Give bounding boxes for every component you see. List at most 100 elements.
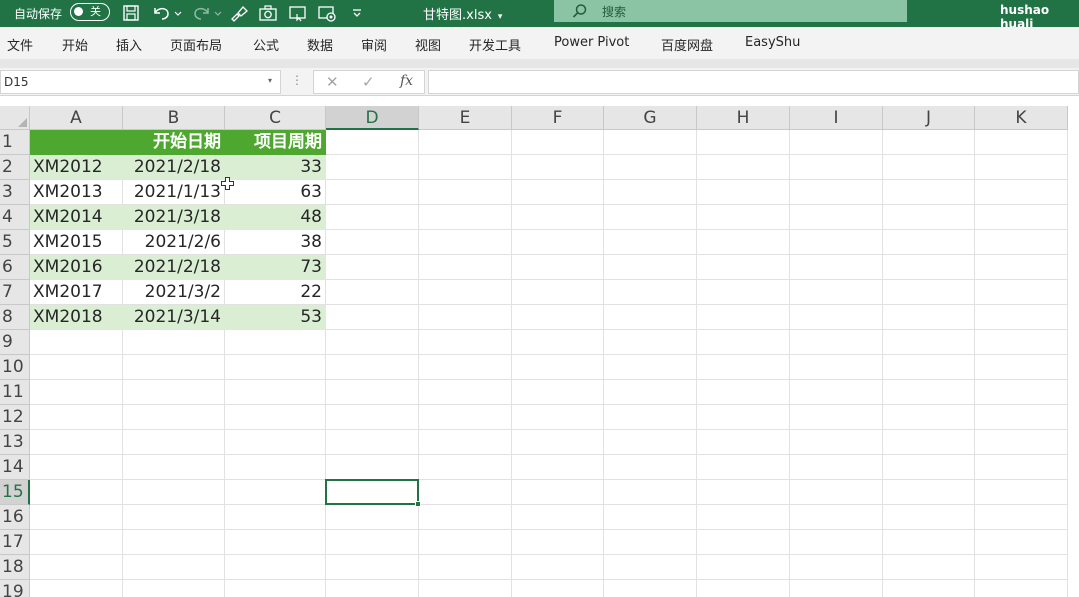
more-options-icon[interactable]: ⋮: [291, 73, 303, 87]
cell-g10[interactable]: [604, 355, 697, 380]
cell-i18[interactable]: [790, 555, 883, 580]
slideshow-icon[interactable]: [287, 2, 309, 24]
cell-g3[interactable]: [604, 180, 697, 205]
cell-b16[interactable]: [123, 505, 225, 530]
cell-c1[interactable]: 项目周期: [225, 130, 326, 155]
cell-d19[interactable]: [326, 580, 419, 597]
cell-d2[interactable]: [326, 155, 419, 180]
cell-g12[interactable]: [604, 405, 697, 430]
cell-a19[interactable]: [30, 580, 123, 597]
cell-c5[interactable]: 38: [225, 230, 326, 255]
cell-i13[interactable]: [790, 430, 883, 455]
cell-b7[interactable]: 2021/3/2: [123, 280, 225, 305]
cell-a4[interactable]: XM2014: [30, 205, 123, 230]
cell-k2[interactable]: [975, 155, 1068, 180]
cell-d17[interactable]: [326, 530, 419, 555]
cell-k17[interactable]: [975, 530, 1068, 555]
cell-h13[interactable]: [697, 430, 790, 455]
cell-f6[interactable]: [512, 255, 604, 280]
cell-d18[interactable]: [326, 555, 419, 580]
cell-d8[interactable]: [326, 305, 419, 330]
cell-b10[interactable]: [123, 355, 225, 380]
cell-h9[interactable]: [697, 330, 790, 355]
cell-e10[interactable]: [419, 355, 512, 380]
cell-j8[interactable]: [883, 305, 975, 330]
row-header-10[interactable]: 10: [0, 355, 30, 380]
cell-b5[interactable]: 2021/2/6: [123, 230, 225, 255]
column-header-k[interactable]: K: [975, 106, 1068, 130]
cell-i7[interactable]: [790, 280, 883, 305]
cell-c13[interactable]: [225, 430, 326, 455]
cell-a18[interactable]: [30, 555, 123, 580]
cell-e4[interactable]: [419, 205, 512, 230]
cell-b2[interactable]: 2021/2/18: [123, 155, 225, 180]
cell-e13[interactable]: [419, 430, 512, 455]
cell-k12[interactable]: [975, 405, 1068, 430]
redo-icon[interactable]: [190, 2, 224, 24]
cell-g5[interactable]: [604, 230, 697, 255]
tab-view[interactable]: 视图: [415, 35, 441, 54]
cell-i8[interactable]: [790, 305, 883, 330]
cell-f4[interactable]: [512, 205, 604, 230]
cell-j14[interactable]: [883, 455, 975, 480]
cell-j2[interactable]: [883, 155, 975, 180]
row-header-5[interactable]: 5: [0, 230, 30, 255]
cell-i19[interactable]: [790, 580, 883, 597]
cell-g1[interactable]: [604, 130, 697, 155]
cell-a8[interactable]: XM2018: [30, 305, 123, 330]
save-icon[interactable]: [120, 2, 142, 24]
cell-e7[interactable]: [419, 280, 512, 305]
cell-d13[interactable]: [326, 430, 419, 455]
cell-f13[interactable]: [512, 430, 604, 455]
cell-h3[interactable]: [697, 180, 790, 205]
cell-a11[interactable]: [30, 380, 123, 405]
column-header-j[interactable]: J: [883, 106, 975, 130]
column-header-b[interactable]: B: [123, 106, 225, 130]
cell-b3[interactable]: 2021/1/13: [123, 180, 225, 205]
row-header-15[interactable]: 15: [0, 480, 30, 505]
cell-a16[interactable]: [30, 505, 123, 530]
cell-e15[interactable]: [419, 480, 512, 505]
cell-c19[interactable]: [225, 580, 326, 597]
cell-f12[interactable]: [512, 405, 604, 430]
row-header-3[interactable]: 3: [0, 180, 30, 205]
cell-f16[interactable]: [512, 505, 604, 530]
tab-baidu-netdisk[interactable]: 百度网盘: [661, 35, 713, 54]
cell-c12[interactable]: [225, 405, 326, 430]
row-header-19[interactable]: 19: [0, 580, 30, 597]
cell-f10[interactable]: [512, 355, 604, 380]
cell-e9[interactable]: [419, 330, 512, 355]
column-header-e[interactable]: E: [419, 106, 512, 130]
fill-handle[interactable]: [415, 501, 421, 507]
cell-h14[interactable]: [697, 455, 790, 480]
undo-icon[interactable]: [150, 2, 184, 24]
cell-c16[interactable]: [225, 505, 326, 530]
cell-f19[interactable]: [512, 580, 604, 597]
column-header-c[interactable]: C: [225, 106, 326, 130]
cell-j10[interactable]: [883, 355, 975, 380]
cell-i16[interactable]: [790, 505, 883, 530]
cell-b11[interactable]: [123, 380, 225, 405]
row-header-1[interactable]: 1: [0, 130, 30, 155]
cell-b8[interactable]: 2021/3/14: [123, 305, 225, 330]
cell-j13[interactable]: [883, 430, 975, 455]
search-box[interactable]: 搜索: [554, 0, 907, 22]
cell-h7[interactable]: [697, 280, 790, 305]
cell-g15[interactable]: [604, 480, 697, 505]
cell-e19[interactable]: [419, 580, 512, 597]
cell-i10[interactable]: [790, 355, 883, 380]
cell-e11[interactable]: [419, 380, 512, 405]
cell-g11[interactable]: [604, 380, 697, 405]
cell-g7[interactable]: [604, 280, 697, 305]
cell-e8[interactable]: [419, 305, 512, 330]
cell-c10[interactable]: [225, 355, 326, 380]
cell-b19[interactable]: [123, 580, 225, 597]
cell-h6[interactable]: [697, 255, 790, 280]
cell-b17[interactable]: [123, 530, 225, 555]
cell-e2[interactable]: [419, 155, 512, 180]
cell-d5[interactable]: [326, 230, 419, 255]
row-header-18[interactable]: 18: [0, 555, 30, 580]
cell-k10[interactable]: [975, 355, 1068, 380]
cell-e3[interactable]: [419, 180, 512, 205]
row-header-6[interactable]: 6: [0, 255, 30, 280]
